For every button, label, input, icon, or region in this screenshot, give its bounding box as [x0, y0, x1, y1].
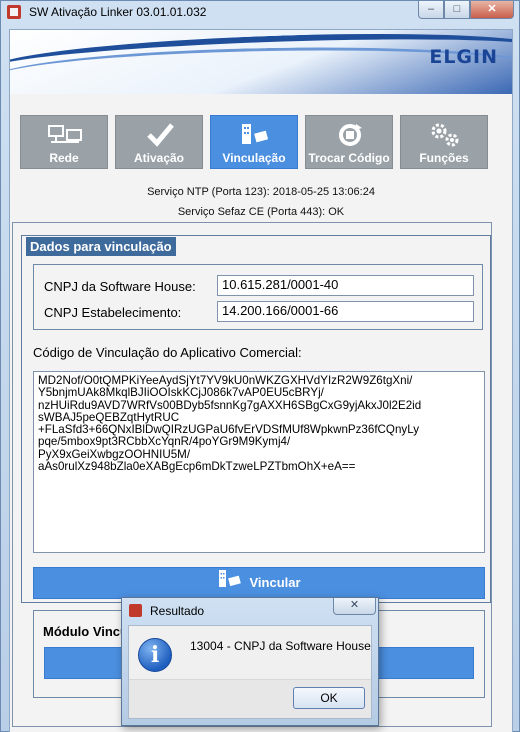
app-icon [129, 604, 142, 617]
link-icon [211, 122, 297, 148]
check-icon [116, 122, 202, 148]
dialog-message: 13004 - CNPJ da Software House [190, 639, 371, 653]
nav-vinculacao-button[interactable]: Vinculação [210, 115, 298, 169]
elgin-logo: ELGIN [429, 46, 498, 68]
dialog-close-button[interactable]: ✕ [333, 598, 376, 615]
ntp-status: Serviço NTP (Porta 123): 2018-05-25 13:0… [147, 186, 375, 198]
minimize-button[interactable]: – [418, 1, 444, 19]
gears-icon [401, 122, 487, 148]
app-icon [7, 5, 21, 19]
nav-trocar-codigo-button[interactable]: Trocar Código [305, 115, 393, 169]
code-textarea[interactable]: MD2Nof/O0tQMPKiYeeAydSjYt7YV9kU0nWKZGXHV… [33, 371, 485, 553]
nav-funcoes-button[interactable]: Funções [400, 115, 488, 169]
dialog-body: i 13004 - CNPJ da Software House OK [128, 625, 372, 719]
estabelecimento-label: CNPJ Estabelecimento: [44, 305, 182, 320]
close-button[interactable]: ✕ [470, 1, 514, 19]
vincular-label: Vincular [249, 575, 301, 590]
link-icon [217, 569, 243, 599]
nav-rede-button[interactable]: Rede [20, 115, 108, 169]
software-house-label: CNPJ da Software House: [44, 279, 196, 294]
software-house-cnpj-field[interactable]: 10.615.281/0001-40 [217, 275, 474, 296]
nav-label: Ativação [133, 151, 185, 165]
nav-ativacao-button[interactable]: Ativação [115, 115, 203, 169]
nav-label: Trocar Código [308, 151, 390, 165]
dialog-title[interactable]: Resultado [150, 604, 204, 618]
dialog-footer: OK [129, 679, 371, 718]
modulo-label: Módulo Vincu [43, 624, 128, 639]
ok-button[interactable]: OK [293, 687, 365, 709]
sefaz-status: Serviço Sefaz CE (Porta 443): OK [177, 206, 345, 218]
estabelecimento-cnpj-field[interactable]: 14.200.166/0001-66 [217, 301, 474, 322]
code-label: Código de Vinculação do Aplicativo Comer… [33, 345, 302, 360]
nav-label: Rede [49, 151, 79, 165]
window-title: SW Ativação Linker 03.01.01.032 [29, 5, 207, 19]
nav-label: Vinculação [222, 151, 286, 165]
network-icon [21, 122, 107, 148]
title-bar[interactable]: SW Ativação Linker 03.01.01.032 – □ ✕ [1, 1, 519, 23]
refresh-key-icon [306, 122, 392, 148]
nav-label: Funções [419, 151, 469, 165]
cnpj-box: CNPJ da Software House: 10.615.281/0001-… [33, 264, 483, 330]
group-title: Dados para vinculação [26, 237, 176, 256]
info-icon: i [138, 638, 172, 672]
header-banner: ELGIN [10, 30, 512, 94]
maximize-button[interactable]: □ [444, 1, 470, 19]
result-dialog: Resultado ✕ i 13004 - CNPJ da Software H… [121, 597, 379, 726]
vincular-button[interactable]: Vincular [33, 567, 485, 599]
